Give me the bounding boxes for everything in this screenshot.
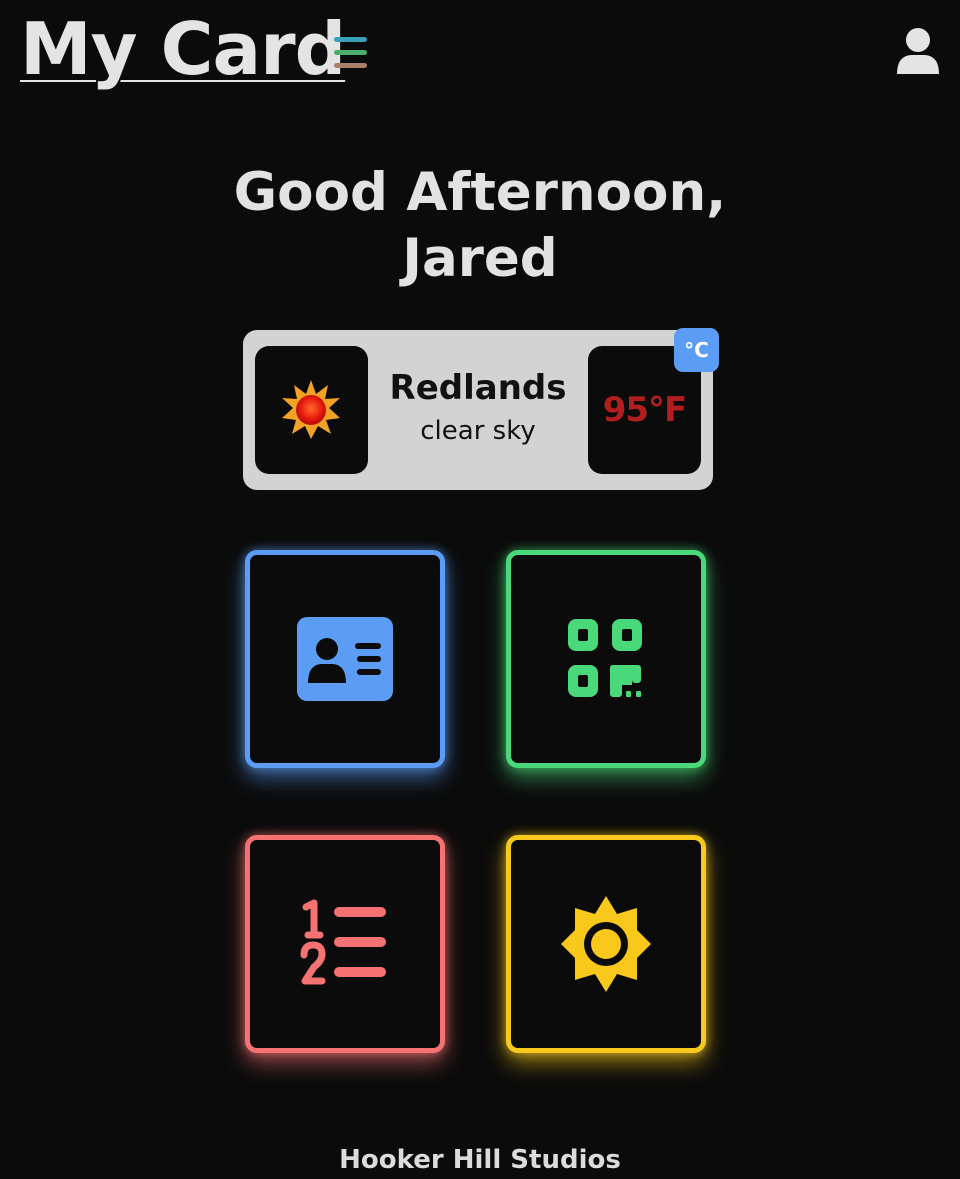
id-card-icon [297,617,393,701]
numbered-list-tile[interactable] [245,835,445,1053]
greeting-line-1: Good Afternoon, [233,162,727,223]
hamburger-icon-bar-middle [334,50,367,55]
app-page: My Card Good Afternoon, Jared Redlands c… [0,0,960,1179]
id-card-tile[interactable] [245,550,445,768]
qr-code-tile[interactable] [506,550,706,768]
weather-widget: Redlands clear sky 95°F [243,330,713,490]
weather-text: Redlands clear sky [368,360,588,446]
hamburger-icon-bar-bottom [334,63,367,68]
temperature-value: 95°F [602,390,688,430]
greeting: Good Afternoon, Jared [0,160,960,292]
hamburger-icon-bar-top [334,37,367,42]
brightness-tile[interactable] [506,835,706,1053]
qr-code-icon [568,619,642,697]
sun-icon [561,896,651,992]
sun-icon [282,380,340,439]
user-icon [897,28,939,74]
user-profile-button[interactable] [895,26,941,76]
weather-city: Redlands [389,368,567,408]
weather-condition: clear sky [420,416,536,446]
footer-studio-name: Hooker Hill Studios [339,1145,621,1175]
weather-icon-box [255,346,368,474]
app-title[interactable]: My Card [20,6,346,92]
unit-toggle-button[interactable]: °C [674,328,719,372]
menu-button[interactable] [334,37,368,71]
numbered-list-icon [300,899,386,985]
greeting-name: Jared [402,228,558,289]
